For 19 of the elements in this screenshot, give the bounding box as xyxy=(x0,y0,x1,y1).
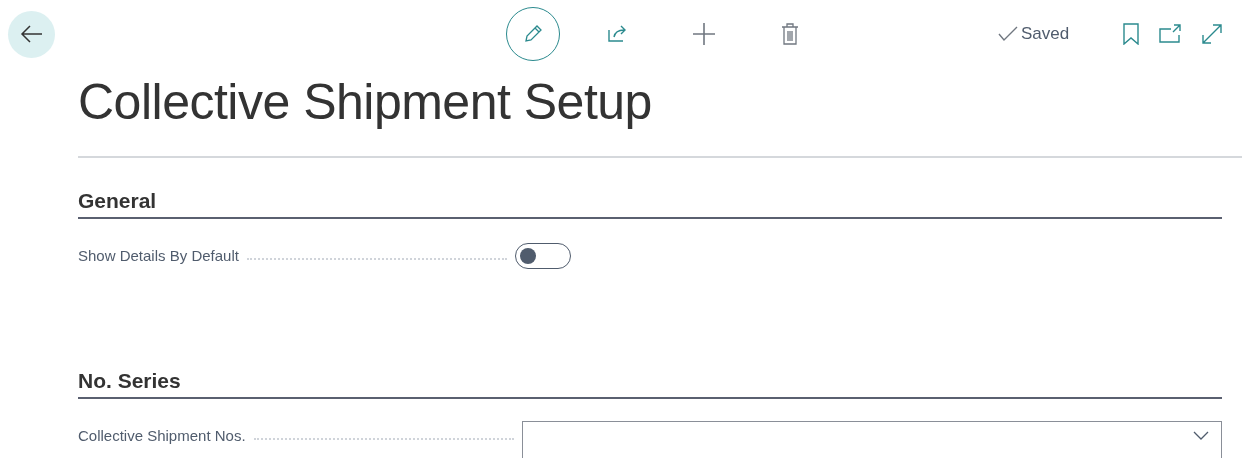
chevron-down-icon xyxy=(1193,431,1209,441)
checkmark-icon xyxy=(998,26,1018,42)
page-title: Collective Shipment Setup xyxy=(78,73,653,132)
saved-status: Saved xyxy=(1021,23,1070,46)
field-label: Show Details By Default xyxy=(78,245,240,266)
toggle-switch[interactable] xyxy=(514,243,571,269)
section-heading: General xyxy=(78,188,158,214)
open-in-new-window-icon xyxy=(1159,24,1184,44)
plus-icon xyxy=(692,22,716,46)
expand-icon xyxy=(1201,23,1224,45)
add-button[interactable] xyxy=(690,20,718,48)
bookmark-icon xyxy=(1123,23,1140,45)
field-label: Collective Shipment Nos. xyxy=(78,425,247,446)
dropdown-field[interactable] xyxy=(521,421,1222,458)
trash-icon xyxy=(781,23,799,45)
pencil-icon xyxy=(522,23,544,45)
back-button[interactable] xyxy=(8,10,55,58)
back-arrow-icon xyxy=(19,24,44,44)
section-heading: No. Series xyxy=(78,368,182,394)
